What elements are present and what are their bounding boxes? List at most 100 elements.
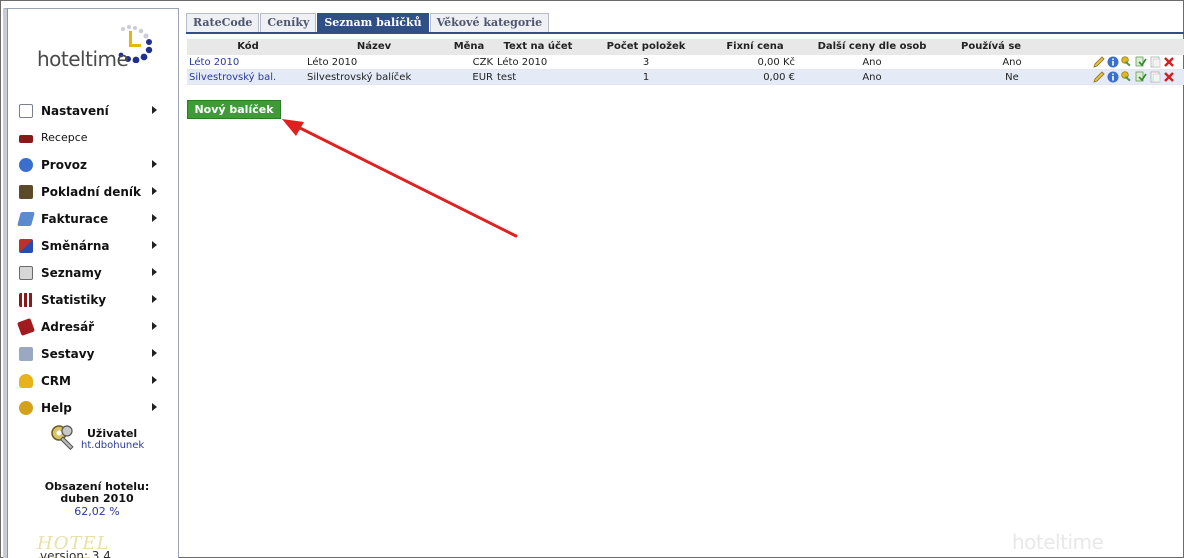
gear-icon — [19, 157, 33, 172]
report-icon — [19, 346, 33, 361]
key-icon[interactable] — [1121, 56, 1133, 68]
bed-icon — [19, 134, 33, 143]
menu-label: Provoz — [41, 157, 88, 172]
menu-label: Help — [41, 400, 72, 415]
hoteltime-logo: hoteltime — [37, 23, 177, 83]
header-actions — [1077, 39, 1184, 55]
row-actions — [1077, 55, 1184, 69]
occupancy-value: 62,02 % — [74, 505, 120, 518]
key-icon[interactable] — [1121, 71, 1133, 83]
menu-item-fakturace[interactable]: Fakturace — [17, 205, 177, 232]
chart-icon — [19, 292, 33, 307]
header-fixni-cena[interactable]: Fixní cena — [713, 39, 797, 55]
tab-ratecode[interactable]: RateCode — [186, 13, 260, 32]
annotation-arrow — [282, 119, 518, 238]
submenu-arrow-icon — [152, 241, 157, 249]
exchange-icon — [19, 238, 33, 253]
submenu-arrow-icon — [152, 106, 157, 114]
row-pocet: 1 — [642, 72, 650, 83]
packages-table: Kód Název Měna Text na účet Počet polože… — [187, 39, 1184, 85]
row-nazev: Silvestrovský balíček — [307, 72, 412, 83]
sidebar: hoteltime Nastavení Recepce Provoz Pokla… — [3, 8, 179, 558]
crm-icon — [19, 373, 33, 388]
settings-icon — [19, 103, 33, 118]
submenu-arrow-icon — [152, 214, 157, 222]
row-mena: CZK — [472, 57, 493, 68]
menu-label: Pokladní deník — [41, 184, 142, 199]
row-pouziva: Ne — [1005, 72, 1019, 83]
row-text: test — [497, 72, 517, 83]
main-menu: Nastavení Recepce Provoz Pokladní deník … — [17, 97, 177, 421]
version-label: version: 3.4 — [40, 549, 111, 558]
menu-item-help[interactable]: Help — [17, 394, 177, 421]
document-icon[interactable] — [1149, 56, 1161, 68]
new-package-button[interactable]: Nový balíček — [187, 100, 281, 119]
menu-item-sestavy[interactable]: Sestavy — [17, 340, 177, 367]
edit-pencil-icon[interactable] — [1093, 71, 1105, 83]
user-name-link[interactable]: ht.dbohunek — [81, 440, 144, 451]
menu-label: Statistiky — [41, 292, 107, 307]
menu-item-provoz[interactable]: Provoz — [17, 151, 177, 178]
menu-item-crm[interactable]: CRM — [17, 367, 177, 394]
tab-ceniky[interactable]: Ceníky — [260, 13, 317, 32]
menu-label: CRM — [41, 373, 71, 388]
row-mena: EUR — [472, 72, 493, 83]
header-nazev[interactable]: Název — [307, 39, 441, 55]
delete-icon[interactable] — [1163, 71, 1175, 83]
menu-item-seznamy[interactable]: Seznamy — [17, 259, 177, 286]
document-icon[interactable] — [1149, 71, 1161, 83]
submenu-arrow-icon — [152, 295, 157, 303]
submenu-arrow-icon — [152, 403, 157, 411]
info-icon[interactable] — [1107, 56, 1119, 68]
table-row[interactable]: Silvestrovský bal. Silvestrovský balíček… — [187, 70, 1184, 85]
tab-vekove-kategorie[interactable]: Věkové kategorie — [429, 13, 550, 32]
menu-item-smenarna[interactable]: Směnárna — [17, 232, 177, 259]
occupancy-month: duben 2010 — [60, 492, 134, 505]
header-pocet-polozek[interactable]: Počet položek — [579, 39, 713, 55]
help-icon — [19, 400, 33, 415]
submenu-arrow-icon — [152, 376, 157, 384]
tab-underline — [186, 32, 1184, 34]
table-row[interactable]: Léto 2010 Léto 2010 CZK Léto 2010 3 0,00… — [187, 55, 1184, 70]
header-mena[interactable]: Měna — [441, 39, 497, 55]
row-actions — [1077, 70, 1184, 84]
address-book-icon — [17, 317, 35, 336]
cashbook-icon — [19, 184, 33, 199]
logo-text: hoteltime — [37, 47, 129, 71]
menu-label: Nastavení — [41, 103, 109, 118]
menu-label: Sestavy — [41, 346, 95, 361]
tab-seznam-balicku[interactable]: Seznam balíčků — [317, 13, 429, 32]
info-icon[interactable] — [1107, 71, 1119, 83]
table-header: Kód Název Měna Text na účet Počet polože… — [187, 39, 1184, 55]
copy-green-icon[interactable] — [1135, 71, 1147, 83]
user-keys-icon — [51, 425, 74, 451]
menu-item-adresar[interactable]: Adresář — [17, 313, 177, 340]
row-kod-link[interactable]: Silvestrovský bal. — [187, 70, 307, 84]
menu-label: Seznamy — [41, 265, 102, 280]
menu-item-statistiky[interactable]: Statistiky — [17, 286, 177, 313]
user-box: Uživatel ht.dbohunek — [49, 423, 169, 463]
row-dalsi: Ano — [862, 72, 882, 83]
edit-pencil-icon[interactable] — [1093, 56, 1105, 68]
invoice-icon — [17, 211, 35, 226]
row-kod-link[interactable]: Léto 2010 — [187, 55, 307, 69]
delete-icon[interactable] — [1163, 56, 1175, 68]
hotel-time-bottom-logo: HOTEL TIME version: 3.4 — [37, 533, 157, 558]
menu-label: Adresář — [41, 319, 95, 334]
header-kod[interactable]: Kód — [187, 39, 307, 55]
menu-item-pokladni-denik[interactable]: Pokladní deník — [17, 178, 177, 205]
copy-green-icon[interactable] — [1135, 56, 1147, 68]
header-text-na-ucet[interactable]: Text na účet — [497, 39, 579, 55]
menu-item-nastaveni[interactable]: Nastavení — [17, 97, 177, 124]
list-icon — [19, 265, 33, 280]
hotel-occupancy: Obsazení hotelu: duben 2010 62,02 % — [27, 481, 167, 519]
row-dalsi: Ano — [862, 57, 882, 68]
header-pouziva-se[interactable]: Používá se — [947, 39, 1077, 55]
user-title: Uživatel — [87, 427, 138, 440]
row-pouziva: Ano — [1002, 57, 1022, 68]
menu-item-recepce[interactable]: Recepce — [17, 124, 177, 151]
submenu-arrow-icon — [152, 268, 157, 276]
tab-bar: RateCode Ceníky Seznam balíčků Věkové ka… — [186, 13, 550, 33]
row-fixni: 0,00 Kč — [757, 57, 796, 68]
header-dalsi-ceny[interactable]: Další ceny dle osob — [797, 39, 947, 55]
